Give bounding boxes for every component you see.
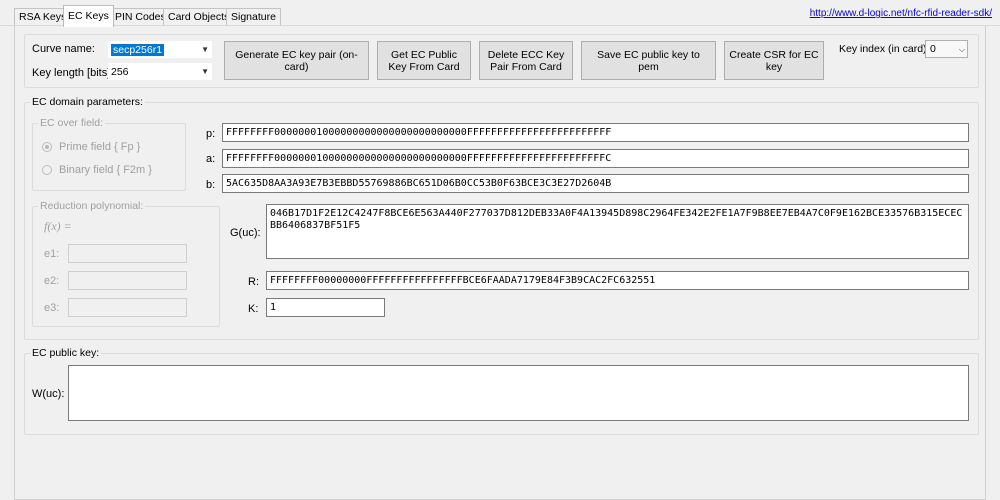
e2-input[interactable] [68, 271, 187, 290]
save-pem-button[interactable]: Save EC public key to pem [581, 41, 716, 80]
a-label: a: [206, 153, 216, 165]
a-input[interactable]: FFFFFFFF00000001000000000000000000000000… [222, 149, 969, 168]
p-input[interactable]: FFFFFFFF00000001000000000000000000000000… [222, 123, 969, 142]
chevron-down-icon: ⌵ [958, 45, 965, 54]
e3-input[interactable] [68, 298, 187, 317]
key-index-value: 0 [930, 43, 936, 55]
reduction-poly-title: Reduction polynomial: [38, 200, 146, 212]
tab-card-objects[interactable]: Card Objects [163, 8, 235, 25]
e3-label: e3: [44, 302, 60, 314]
k-label: K: [248, 303, 259, 315]
get-public-key-button[interactable]: Get EC Public Key From Card [377, 41, 471, 80]
binary-field-radio[interactable] [42, 165, 52, 175]
k-input[interactable]: 1 [266, 298, 385, 317]
domain-params-title: EC domain parameters: [30, 96, 145, 108]
e1-input[interactable] [68, 244, 187, 263]
r-label: R: [248, 276, 259, 288]
prime-field-radio[interactable] [42, 142, 52, 152]
g-label: G(uc): [230, 227, 261, 239]
p-label: p: [206, 128, 216, 140]
key-length-select[interactable]: 256 ▼ [108, 63, 212, 80]
field-group [32, 123, 186, 191]
tab-signature[interactable]: Signature [226, 8, 281, 25]
tab-pin-codes[interactable]: PIN Codes [110, 8, 171, 25]
create-csr-button[interactable]: Create CSR for EC key [724, 41, 824, 80]
fx-label: f(x) = [44, 219, 72, 233]
b-input[interactable]: 5AC635D8AA3A93E7B3EBBD55769886BC651D06B0… [222, 174, 969, 193]
curve-name-value: secp256r1 [111, 44, 165, 56]
public-key-title: EC public key: [30, 347, 102, 359]
generate-key-pair-button[interactable]: Generate EC key pair (on-card) [224, 41, 369, 80]
g-input[interactable]: 046B17D1F2E12C4247F8BCE6E563A440F277037D… [266, 204, 969, 259]
tab-ec-keys[interactable]: EC Keys [63, 5, 114, 27]
w-input[interactable] [68, 365, 969, 421]
chevron-down-icon: ▼ [201, 67, 209, 76]
w-label: W(uc): [32, 388, 65, 400]
binary-field-label: Binary field { F2m } [59, 164, 152, 176]
b-label: b: [206, 179, 216, 191]
prime-field-label: Prime field { Fp } [59, 141, 141, 153]
key-length-label: Key length [bits]: [32, 67, 114, 79]
key-index-label: Key index (in card): [839, 43, 930, 55]
key-index-select[interactable]: 0 ⌵ [925, 40, 968, 58]
e2-label: e2: [44, 275, 60, 287]
curve-name-label: Curve name: [32, 43, 95, 55]
r-input[interactable]: FFFFFFFF00000000FFFFFFFFFFFFFFFFBCE6FAAD… [266, 271, 969, 290]
curve-name-select[interactable]: secp256r1 ▼ [108, 41, 212, 58]
sdk-link[interactable]: http://www.d-logic.net/nfc-rfid-reader-s… [810, 8, 992, 19]
field-group-title: EC over field: [38, 117, 106, 129]
key-length-value: 256 [111, 66, 129, 78]
chevron-down-icon: ▼ [201, 45, 209, 54]
e1-label: e1: [44, 248, 60, 260]
delete-key-pair-button[interactable]: Delete ECC Key Pair From Card [479, 41, 573, 80]
